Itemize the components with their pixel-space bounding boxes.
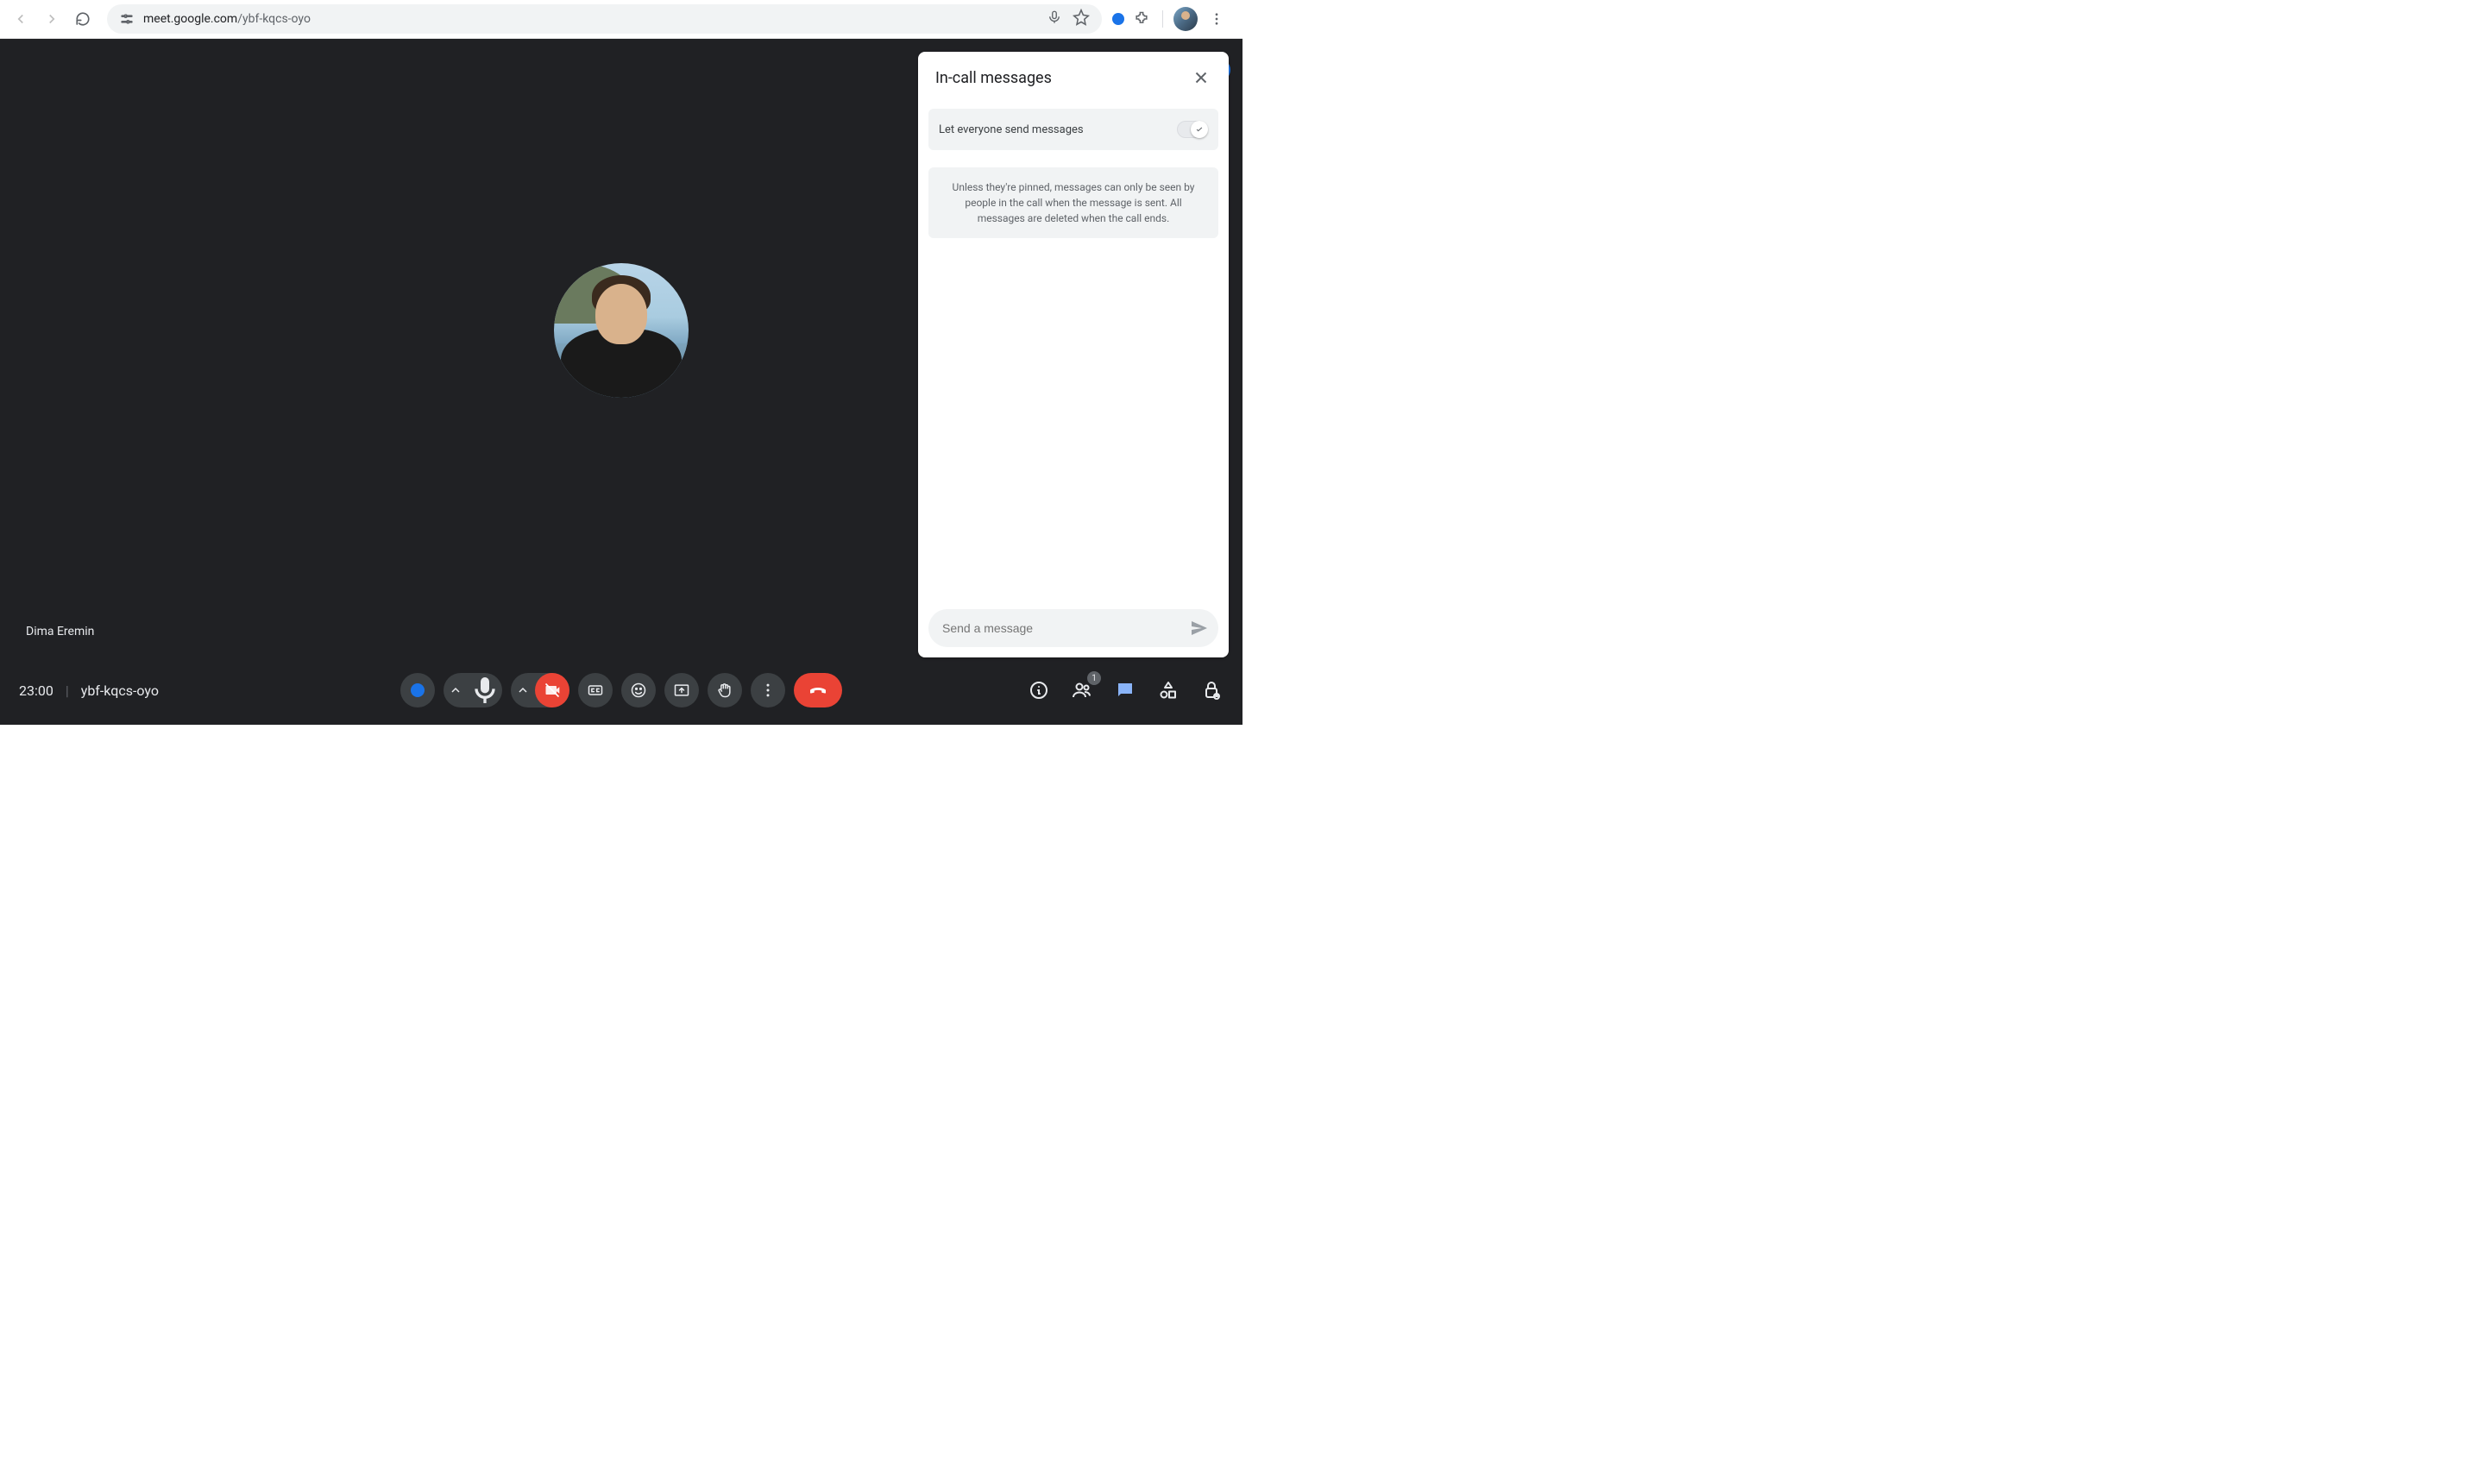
captions-button[interactable] bbox=[578, 673, 613, 707]
people-count-badge: 1 bbox=[1087, 671, 1101, 685]
site-settings-icon[interactable] bbox=[119, 11, 135, 27]
separator: | bbox=[66, 682, 69, 699]
activities-button[interactable] bbox=[1156, 678, 1180, 702]
chat-send-button[interactable] bbox=[1189, 618, 1210, 638]
back-button[interactable] bbox=[7, 5, 35, 33]
chat-panel: In-call messages Let everyone send messa… bbox=[918, 52, 1229, 657]
browser-toolbar: meet.google.com/ybf-kqcs-oyo bbox=[0, 0, 1242, 39]
camera-options-chevron[interactable] bbox=[511, 683, 535, 697]
participant-avatar bbox=[554, 263, 689, 398]
chat-input-row bbox=[928, 609, 1218, 647]
microphone-permission-icon[interactable] bbox=[1047, 9, 1062, 28]
call-controls bbox=[400, 673, 842, 707]
meet-app: Dima Eremin In-call messages Let everyon… bbox=[0, 39, 1242, 725]
meeting-code: ybf-kqcs-oyo bbox=[81, 682, 159, 699]
leave-call-button[interactable] bbox=[794, 673, 842, 707]
mic-toggle-button[interactable] bbox=[468, 673, 502, 707]
chat-input[interactable] bbox=[942, 621, 1189, 635]
omnibox[interactable]: meet.google.com/ybf-kqcs-oyo bbox=[107, 4, 1102, 34]
chat-permission-toggle[interactable] bbox=[1177, 121, 1208, 138]
url-path: /ybf-kqcs-oyo bbox=[237, 12, 311, 26]
reload-button[interactable] bbox=[69, 5, 97, 33]
chat-close-button[interactable] bbox=[1191, 67, 1211, 88]
bottom-bar: 23:00 | ybf-kqcs-oyo bbox=[0, 656, 1242, 725]
camera-toggle-button[interactable] bbox=[535, 673, 569, 707]
chat-permission-label: Let everyone send messages bbox=[939, 123, 1084, 136]
mic-options-chevron[interactable] bbox=[444, 683, 468, 697]
people-button[interactable]: 1 bbox=[1070, 678, 1094, 702]
raise-hand-button[interactable] bbox=[708, 673, 742, 707]
participant-name-label: Dima Eremin bbox=[26, 625, 94, 638]
recording-indicator-button[interactable] bbox=[400, 673, 435, 707]
camera-control bbox=[511, 673, 569, 707]
recording-indicator-icon[interactable] bbox=[1112, 13, 1124, 25]
meeting-info: 23:00 | ybf-kqcs-oyo bbox=[19, 682, 159, 699]
chat-permission-row: Let everyone send messages bbox=[928, 109, 1218, 150]
chat-button[interactable] bbox=[1113, 678, 1137, 702]
divider bbox=[1162, 10, 1163, 28]
chat-notice: Unless they're pinned, messages can only… bbox=[928, 167, 1218, 238]
host-controls-button[interactable] bbox=[1199, 678, 1224, 702]
forward-button[interactable] bbox=[38, 5, 66, 33]
chrome-profile-avatar[interactable] bbox=[1173, 7, 1198, 31]
more-options-button[interactable] bbox=[751, 673, 785, 707]
bookmark-star-icon[interactable] bbox=[1073, 9, 1090, 29]
clock-time: 23:00 bbox=[19, 682, 53, 699]
extensions-icon[interactable] bbox=[1131, 9, 1152, 29]
microphone-control bbox=[444, 673, 502, 707]
url-host: meet.google.com bbox=[143, 12, 237, 26]
chat-message-list bbox=[918, 238, 1229, 599]
reactions-button[interactable] bbox=[621, 673, 656, 707]
chat-panel-title: In-call messages bbox=[935, 69, 1052, 87]
meeting-details-button[interactable] bbox=[1027, 678, 1051, 702]
info-controls: 1 bbox=[1027, 678, 1224, 702]
present-screen-button[interactable] bbox=[664, 673, 699, 707]
chrome-menu-button[interactable] bbox=[1205, 7, 1229, 31]
